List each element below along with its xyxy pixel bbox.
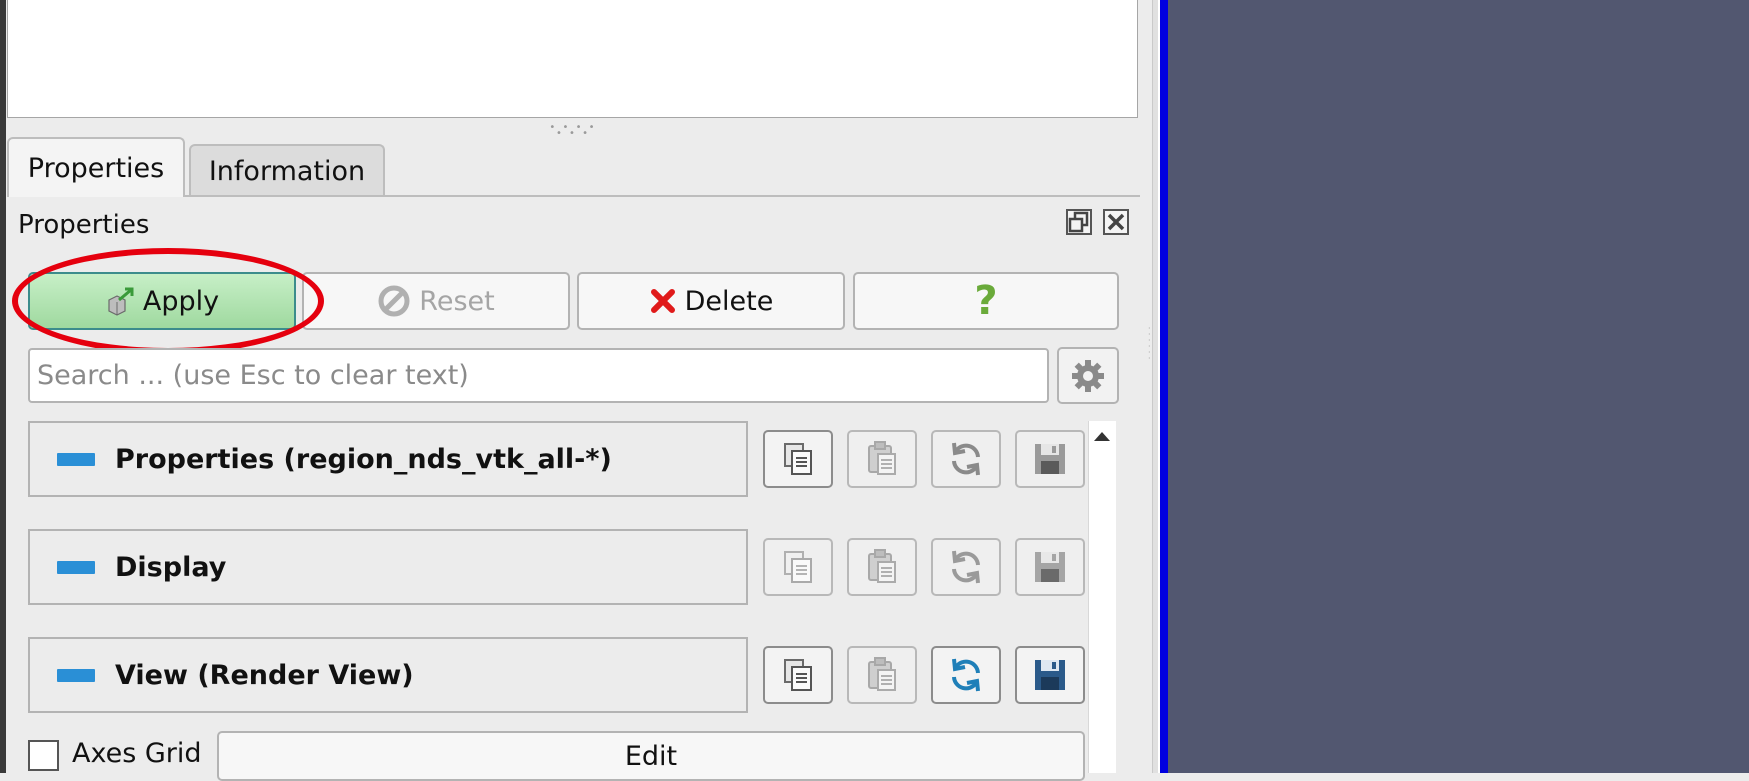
reset-button[interactable]: Reset [302,272,570,330]
axes-grid-edit-button[interactable]: Edit [217,731,1085,781]
delete-x-icon [650,289,675,313]
save-icon [1035,444,1065,474]
copy-properties-button[interactable] [763,430,833,488]
paste-properties-button[interactable] [847,430,917,488]
reset-label: Reset [419,285,495,317]
help-question-icon: ? [974,278,998,324]
paste-icon [868,441,896,475]
properties-scrollbar[interactable] [1088,421,1116,773]
section-label: Display [115,551,227,583]
tab-information[interactable]: Information [189,144,385,197]
restore-defaults-properties-button[interactable] [931,430,1001,488]
search-settings-button[interactable] [1057,347,1119,404]
save-icon [1035,660,1065,690]
copy-display-button[interactable] [763,538,833,596]
paste-display-button[interactable] [847,538,917,596]
apply-label: Apply [142,285,220,317]
paste-view-button[interactable] [847,646,917,704]
copy-icon [784,551,812,583]
scroll-up-arrow-glyph [1094,432,1110,441]
copy-icon [784,443,812,475]
axes-grid-checkbox[interactable] [28,740,59,771]
paste-icon [868,549,896,583]
section-header-display[interactable]: Display [28,529,748,605]
apply-icon [108,287,134,316]
refresh-icon [952,442,980,476]
paste-icon [868,657,896,691]
save-icon [1035,552,1065,582]
save-defaults-view-button[interactable] [1015,646,1085,704]
section-label: View (Render View) [115,659,414,691]
side-splitter-grip[interactable]: · · · · · · [1148,325,1152,376]
axes-grid-label: Axes Grid [72,738,202,769]
help-button[interactable]: ? [853,272,1119,330]
section-header-view[interactable]: View (Render View) [28,637,748,713]
restore-defaults-view-button[interactable] [931,646,1001,704]
collapse-marker-icon [57,668,95,682]
active-view-border [1158,0,1168,773]
pipeline-browser-panel[interactable] [7,0,1138,118]
left-window-edge [0,0,6,773]
collapse-marker-icon [57,560,95,574]
search-input[interactable] [28,348,1049,403]
refresh-icon [952,658,980,692]
restore-defaults-display-button[interactable] [931,538,1001,596]
apply-button[interactable]: Apply [28,272,296,330]
reset-icon [378,285,410,317]
panel-splitter-handle[interactable]: • • • • • • • [548,123,598,139]
section-label: Properties (region_nds_vtk_all-*) [115,443,612,475]
tab-properties[interactable]: Properties [7,137,185,197]
copy-view-button[interactable] [763,646,833,704]
float-icon[interactable] [1066,209,1092,235]
refresh-icon [952,550,980,584]
close-icon-glyph [1107,213,1125,231]
scroll-up-arrow-icon[interactable] [1088,421,1116,451]
render-view-canvas[interactable] [1168,0,1749,773]
tab-bar-underline [185,195,1140,197]
gear-icon [1072,359,1104,392]
section-header-properties[interactable]: Properties (region_nds_vtk_all-*) [28,421,748,497]
dock-title: Properties [18,210,150,240]
collapse-marker-icon [57,452,95,466]
copy-icon [784,659,812,691]
delete-label: Delete [684,285,774,317]
save-defaults-properties-button[interactable] [1015,430,1085,488]
float-icon-glyph [1068,211,1089,233]
close-icon[interactable] [1103,209,1129,235]
delete-button[interactable]: Delete [577,272,845,330]
save-defaults-display-button[interactable] [1015,538,1085,596]
